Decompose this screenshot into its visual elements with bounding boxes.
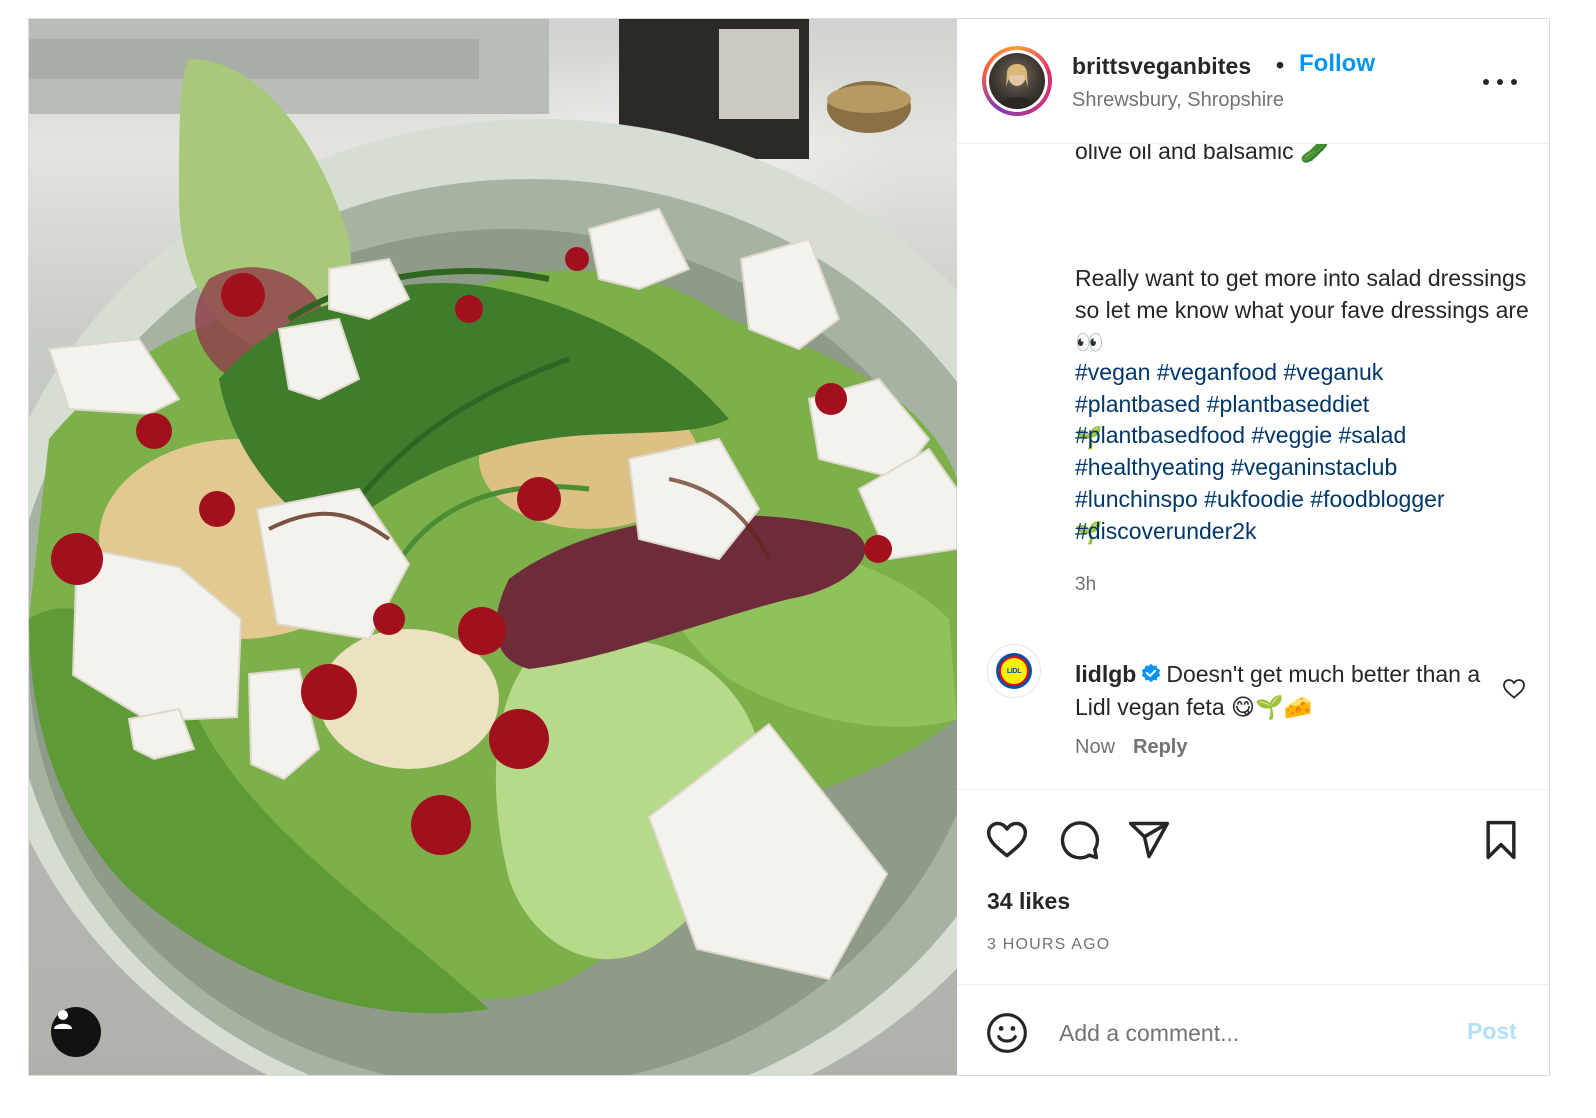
comment-avatar[interactable]: LIDL [987,644,1041,698]
user-tag-icon [54,1010,72,1029]
comment-like-button[interactable] [1502,677,1526,701]
post-header: brittsveganbites • Follow Shrewsbury, Sh… [957,19,1549,144]
comment-input[interactable] [1057,1013,1441,1053]
post-time-ago[interactable]: 3 HOURS AGO [987,936,1110,954]
author-avatar[interactable] [982,46,1052,116]
hashtag-link[interactable]: #salad [1338,422,1406,448]
hashtag-link[interactable]: #veganinstaclub [1231,454,1397,480]
salad-illustration [29,19,957,1075]
hashtag-link[interactable]: #plantbased [1075,391,1200,417]
share-button[interactable] [1127,818,1171,862]
caption-timestamp[interactable]: 3h [1075,574,1096,596]
heart-icon [986,821,1028,858]
follow-button[interactable]: Follow [1299,50,1375,78]
caption-hashtags: #vegan #veganfood #veganuk #plantbased #… [1075,357,1545,547]
comment: lidlgb Doesn't get much better than a Li… [1075,658,1485,724]
hashtag-link[interactable]: #plantbaseddiet [1207,391,1369,417]
hashtag-link[interactable]: #ukfoodie [1204,486,1304,512]
hashtag-link[interactable]: #vegan [1075,359,1150,385]
like-button[interactable] [985,818,1029,862]
post-photo[interactable] [29,19,957,1075]
caption-text-top: olive oil and balsamic 🥒 [1075,144,1329,164]
comment-meta: Now Reply [1075,736,1187,759]
post-actions: 34 likes 3 HOURS AGO [957,789,1549,984]
hashtag-link[interactable]: #discoverunder2k [1075,518,1257,544]
more-options-button[interactable] [1483,67,1517,97]
caption-scroll-area[interactable]: olive oil and balsamic 🥒 Really want to … [957,144,1549,789]
hashtag-link[interactable]: #veganfood [1157,359,1277,385]
header-separator: • [1276,52,1285,78]
add-comment-bar: Post [957,984,1549,1075]
comment-username[interactable]: lidlgb [1075,661,1136,687]
post-sidebar: brittsveganbites • Follow Shrewsbury, Sh… [957,19,1549,1075]
comment-button[interactable] [1057,818,1101,862]
hashtag-link[interactable]: #plantbasedfood [1075,422,1245,448]
caption-main-text: Really want to get more into salad dress… [1075,265,1536,355]
heart-icon [1503,679,1525,699]
hashtag-link[interactable]: #healthyeating [1075,454,1225,480]
comment-icon [1060,821,1100,860]
save-button[interactable] [1479,818,1523,862]
emoji-button[interactable] [985,1011,1029,1055]
bookmark-icon [1486,820,1516,860]
hashtag-link[interactable]: #lunchinspo [1075,486,1198,512]
verified-icon [1142,663,1161,683]
likes-count[interactable]: 34 likes [987,888,1070,915]
comment-time[interactable]: Now [1075,736,1115,758]
emoji-icon [987,1013,1027,1053]
post-dialog: brittsveganbites • Follow Shrewsbury, Sh… [28,18,1550,1076]
hashtag-link[interactable]: #foodblogger [1310,486,1444,512]
tagged-users-button[interactable] [51,1007,101,1057]
reply-button[interactable]: Reply [1133,736,1187,758]
more-options-icon [1483,79,1517,85]
author-username[interactable]: brittsveganbites [1072,53,1251,80]
share-icon [1128,821,1170,859]
hashtag-link[interactable]: #veggie [1252,422,1333,448]
post-location[interactable]: Shrewsbury, Shropshire [1072,89,1284,112]
hashtag-link[interactable]: #veganuk [1283,359,1383,385]
lidl-logo: LIDL [996,653,1032,689]
post-comment-button[interactable]: Post [1467,1018,1517,1045]
